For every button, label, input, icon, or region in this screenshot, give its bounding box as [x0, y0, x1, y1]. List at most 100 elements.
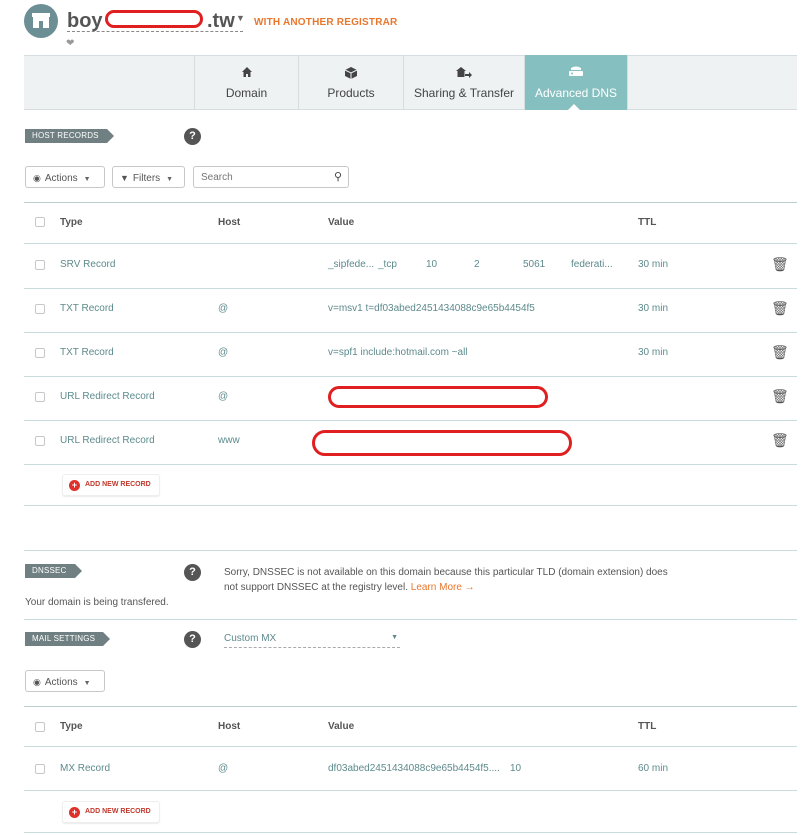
srv-weight[interactable]: 2	[474, 259, 480, 270]
record-type[interactable]: MX Record	[60, 763, 110, 774]
record-value[interactable]: v=msv1 t=df03abed2451434088c9e65b4454f5	[328, 303, 535, 314]
record-host[interactable]: @	[218, 391, 228, 402]
actions-label: Actions	[44, 677, 78, 688]
home-icon	[195, 66, 298, 82]
chevron-down-icon[interactable]: ▼	[236, 13, 245, 23]
mail-mode-value: Custom MX	[224, 633, 277, 644]
add-new-record-label: ADD NEW RECORD	[85, 481, 151, 488]
mail-settings-tag: MAIL SETTINGS	[25, 632, 111, 646]
row-divider	[24, 332, 797, 333]
record-type[interactable]: SRV Record	[60, 259, 115, 270]
redaction-mark	[312, 430, 572, 456]
domain-dropdown-underline	[67, 31, 243, 32]
actions-button[interactable]: ◉ Actions ▼	[25, 166, 105, 188]
section-divider	[24, 832, 797, 833]
add-new-record-label: ADD NEW RECORD	[85, 808, 151, 815]
search-input[interactable]	[199, 171, 323, 184]
tab-sharing-transfer[interactable]: Sharing & Transfer	[403, 55, 524, 110]
search-icon: ⚲	[333, 171, 342, 183]
host-records-tag: HOST RECORDS	[25, 129, 114, 143]
record-type[interactable]: URL Redirect Record	[60, 435, 155, 446]
trash-icon[interactable]: 🗑	[771, 432, 789, 449]
column-ttl: TTL	[638, 217, 657, 228]
section-divider	[24, 619, 797, 620]
section-divider	[24, 550, 797, 551]
record-ttl[interactable]: 60 min	[638, 763, 668, 774]
record-host[interactable]: @	[218, 763, 228, 774]
record-host[interactable]: @	[218, 303, 228, 314]
active-tab-pointer	[568, 104, 580, 110]
row-checkbox[interactable]	[35, 764, 45, 774]
mail-mode-select[interactable]: Custom MX ▼	[224, 633, 400, 648]
row-checkbox[interactable]	[35, 436, 45, 446]
select-all-checkbox[interactable]	[35, 217, 45, 227]
search-box[interactable]: ⚲	[193, 166, 349, 188]
add-new-record-button[interactable]: + ADD NEW RECORD	[62, 474, 160, 496]
help-icon[interactable]: ?	[184, 564, 201, 581]
domain-name-suffix[interactable]: .tw	[207, 10, 235, 33]
column-type: Type	[60, 217, 83, 228]
row-checkbox[interactable]	[35, 392, 45, 402]
column-type: Type	[60, 721, 83, 732]
srv-priority[interactable]: 10	[426, 259, 437, 270]
srv-target[interactable]: federati...	[571, 259, 613, 270]
plus-circle-icon: +	[69, 480, 80, 491]
dnssec-message: Sorry, DNSSEC is not available on this d…	[224, 565, 684, 595]
row-divider	[24, 376, 797, 377]
section-divider	[24, 505, 797, 506]
record-value[interactable]: df03abed2451434088c9e65b4454f5....	[328, 763, 500, 774]
select-all-checkbox[interactable]	[35, 722, 45, 732]
row-divider	[24, 288, 797, 289]
domain-name-prefix[interactable]: boy	[67, 10, 103, 33]
actions-button[interactable]: ◉ Actions ▼	[25, 670, 105, 692]
record-host[interactable]: www	[218, 435, 240, 446]
column-host: Host	[218, 217, 241, 228]
redaction-mark	[105, 10, 203, 28]
row-divider	[24, 790, 797, 791]
srv-service[interactable]: _sipfede...	[328, 259, 374, 270]
help-icon[interactable]: ?	[184, 631, 201, 648]
table-top-border	[24, 202, 797, 203]
record-type[interactable]: URL Redirect Record	[60, 391, 155, 402]
table-top-border	[24, 706, 797, 707]
record-ttl[interactable]: 30 min	[638, 347, 668, 358]
tab-label: Advanced DNS	[534, 86, 618, 100]
play-circle-icon: ◉	[33, 173, 41, 183]
mx-priority[interactable]: 10	[510, 763, 521, 774]
add-new-record-button[interactable]: + ADD NEW RECORD	[62, 801, 160, 823]
domain-store-icon	[24, 4, 58, 38]
record-value[interactable]: v=spf1 include:hotmail.com ~all	[328, 347, 468, 358]
row-checkbox[interactable]	[35, 260, 45, 270]
record-host[interactable]: @	[218, 347, 228, 358]
tab-advanced-dns[interactable]: Advanced DNS	[524, 55, 628, 110]
srv-protocol[interactable]: _tcp	[378, 259, 397, 270]
learn-more-link[interactable]: Learn More →	[411, 582, 475, 593]
tab-products[interactable]: Products	[298, 55, 403, 110]
dnssec-message-line2: not support DNSSEC at the registry level…	[224, 582, 408, 593]
trash-icon[interactable]: 🗑	[771, 344, 789, 361]
record-type[interactable]: TXT Record	[60, 303, 114, 314]
tab-domain[interactable]: Domain	[194, 55, 298, 110]
row-divider	[24, 464, 797, 465]
tab-label: Products	[327, 86, 375, 100]
record-type[interactable]: TXT Record	[60, 347, 114, 358]
trash-icon[interactable]: 🗑	[771, 388, 789, 405]
chevron-down-icon: ▼	[83, 680, 91, 687]
record-ttl[interactable]: 30 min	[638, 303, 668, 314]
chevron-down-icon: ▼	[391, 634, 398, 641]
dnssec-tag: DNSSEC	[25, 564, 82, 578]
tag-icon[interactable]: ❤	[66, 38, 74, 49]
trash-icon[interactable]: 🗑	[771, 256, 789, 273]
actions-label: Actions	[44, 173, 78, 184]
plus-circle-icon: +	[69, 807, 80, 818]
redaction-mark	[328, 386, 548, 408]
help-icon[interactable]: ?	[184, 128, 201, 145]
row-checkbox[interactable]	[35, 348, 45, 358]
srv-port[interactable]: 5061	[523, 259, 545, 270]
tab-label: Sharing & Transfer	[413, 86, 515, 100]
record-ttl[interactable]: 30 min	[638, 259, 668, 270]
row-checkbox[interactable]	[35, 304, 45, 314]
filters-button[interactable]: ▼ Filters ▼	[112, 166, 185, 188]
dns-server-icon	[525, 66, 627, 82]
trash-icon[interactable]: 🗑	[771, 300, 789, 317]
